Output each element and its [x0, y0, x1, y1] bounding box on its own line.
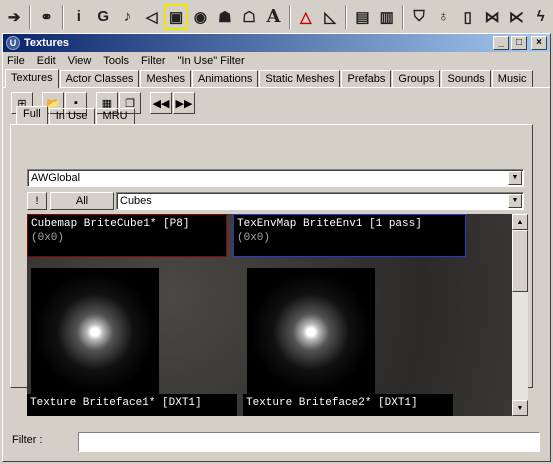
tab-textures[interactable]: Textures	[5, 69, 59, 88]
g-icon[interactable]: G	[91, 4, 115, 30]
toolbar-separator	[61, 4, 64, 29]
toggle-button[interactable]: !	[27, 192, 47, 210]
texture-name: Texture Briteface2* [DXT1]	[246, 397, 418, 409]
eye-icon[interactable]: ◉	[188, 4, 212, 30]
music-icon[interactable]: ♪	[115, 4, 139, 30]
next-icon[interactable]: ▶▶	[173, 92, 195, 114]
light-icon[interactable]: ♁	[431, 4, 455, 30]
texture-name: TexEnvMap BriteEnv1 [1 pass]	[237, 218, 422, 230]
texture-name: Texture Briteface1* [DXT1]	[30, 397, 202, 409]
tab-meshes[interactable]: Meshes	[140, 70, 191, 87]
scroll-thumb[interactable]	[512, 230, 528, 292]
menu-tools[interactable]: Tools	[103, 55, 129, 67]
menu-in-use-filter[interactable]: "In Use" Filter	[178, 55, 245, 67]
texture-thumbnail[interactable]	[247, 268, 375, 396]
filter-input[interactable]	[78, 432, 540, 452]
static-mesh-icon[interactable]: ☖	[237, 4, 261, 30]
toolbar-separator	[401, 4, 404, 29]
menu-filter[interactable]: Filter	[141, 55, 165, 67]
package-value: AWGlobal	[31, 172, 81, 184]
all-button[interactable]: All	[50, 192, 114, 210]
chevron-down-icon[interactable]: ▼	[508, 194, 522, 208]
texture-size: (0x0)	[237, 232, 271, 244]
chevron-down-icon[interactable]: ▼	[508, 171, 522, 185]
group-props-icon[interactable]: ▥	[375, 4, 399, 30]
arrow-right-icon[interactable]: ➔	[2, 4, 26, 30]
texture-viewport[interactable]: Cubemap BriteCube1* [P8] (0x0) TexEnvMap…	[27, 214, 512, 416]
menu-file[interactable]: File	[7, 55, 25, 67]
toolbar-separator	[345, 4, 348, 29]
group-value: Cubes	[120, 195, 152, 207]
sound-icon[interactable]: ◁	[140, 4, 164, 30]
package-combo[interactable]: AWGlobal ▼	[27, 169, 524, 187]
window-title: Textures	[24, 37, 70, 49]
font-icon[interactable]: A	[261, 4, 285, 30]
editor-toolbar: ➔ ⚭ i G ♪ ◁ ▣ ◉ ☗ ☖ A △ ◺ ▤ ▥ ⛉ ♁ ▯ ⋈ ⋉ …	[0, 0, 553, 33]
texture-size: (0x0)	[31, 232, 65, 244]
vertical-scrollbar[interactable]: ▲ ▼	[512, 214, 528, 416]
shield-icon[interactable]: ⛉	[407, 4, 431, 30]
mesh-icon[interactable]: ☗	[213, 4, 237, 30]
bolt-icon[interactable]: ϟ	[529, 4, 553, 30]
texture-tile[interactable]: TexEnvMap BriteEnv1 [1 pass] (0x0)	[233, 214, 466, 257]
close-button[interactable]: ×	[531, 36, 547, 50]
tab-in-use[interactable]: In Use	[48, 108, 95, 125]
scroll-up-icon[interactable]: ▲	[512, 214, 528, 230]
minimize-button[interactable]: _	[493, 36, 509, 50]
menu-edit[interactable]: Edit	[37, 55, 56, 67]
toolbar-separator	[29, 4, 32, 29]
group-combo[interactable]: Cubes ▼	[116, 192, 524, 210]
menu-bar: File Edit View Tools Filter "In Use" Fil…	[3, 52, 550, 69]
texture-tile[interactable]: Texture Briteface1* [DXT1]	[27, 394, 237, 416]
actor-props-icon[interactable]: ▤	[350, 4, 374, 30]
toolbar-separator	[288, 4, 291, 29]
terrain-icon[interactable]: ◺	[318, 4, 342, 30]
path-icon[interactable]: ⋈	[480, 4, 504, 30]
tab-sounds[interactable]: Sounds	[441, 70, 491, 87]
path-alt-icon[interactable]: ⋉	[504, 4, 528, 30]
texture-browser-icon[interactable]: ▣	[163, 3, 189, 30]
pillar-icon[interactable]: ▯	[456, 4, 480, 30]
tab-mru[interactable]: MRU	[95, 108, 135, 125]
tab-animations[interactable]: Animations	[191, 70, 259, 87]
tab-full[interactable]: Full	[16, 106, 48, 125]
maximize-button[interactable]: □	[511, 36, 527, 50]
texture-tile[interactable]: Texture Briteface2* [DXT1]	[243, 394, 453, 416]
tab-static-meshes[interactable]: Static Meshes	[259, 70, 341, 87]
texture-tile[interactable]: Cubemap BriteCube1* [P8] (0x0)	[27, 214, 227, 257]
tab-actor-classes[interactable]: Actor Classes	[59, 70, 140, 87]
menu-view[interactable]: View	[68, 55, 92, 67]
texture-name: Cubemap BriteCube1* [P8]	[31, 218, 190, 230]
scroll-down-icon[interactable]: ▼	[512, 400, 528, 416]
prev-icon[interactable]: ◀◀	[150, 92, 172, 114]
triangle-icon[interactable]: △	[294, 4, 318, 30]
browser-tabs: Textures Actor Classes Meshes Animations…	[3, 69, 550, 88]
info-icon[interactable]: i	[67, 4, 91, 30]
filter-label: Filter :	[12, 434, 43, 446]
title-bar[interactable]: U Textures _ □ ×	[3, 34, 550, 52]
binoculars-icon[interactable]: ⚭	[34, 4, 58, 30]
unreal-logo-icon: U	[6, 36, 20, 50]
tab-music[interactable]: Music	[491, 70, 533, 87]
texture-thumbnail[interactable]	[31, 268, 159, 396]
tab-prefabs[interactable]: Prefabs	[341, 70, 392, 87]
tab-groups[interactable]: Groups	[392, 70, 441, 87]
